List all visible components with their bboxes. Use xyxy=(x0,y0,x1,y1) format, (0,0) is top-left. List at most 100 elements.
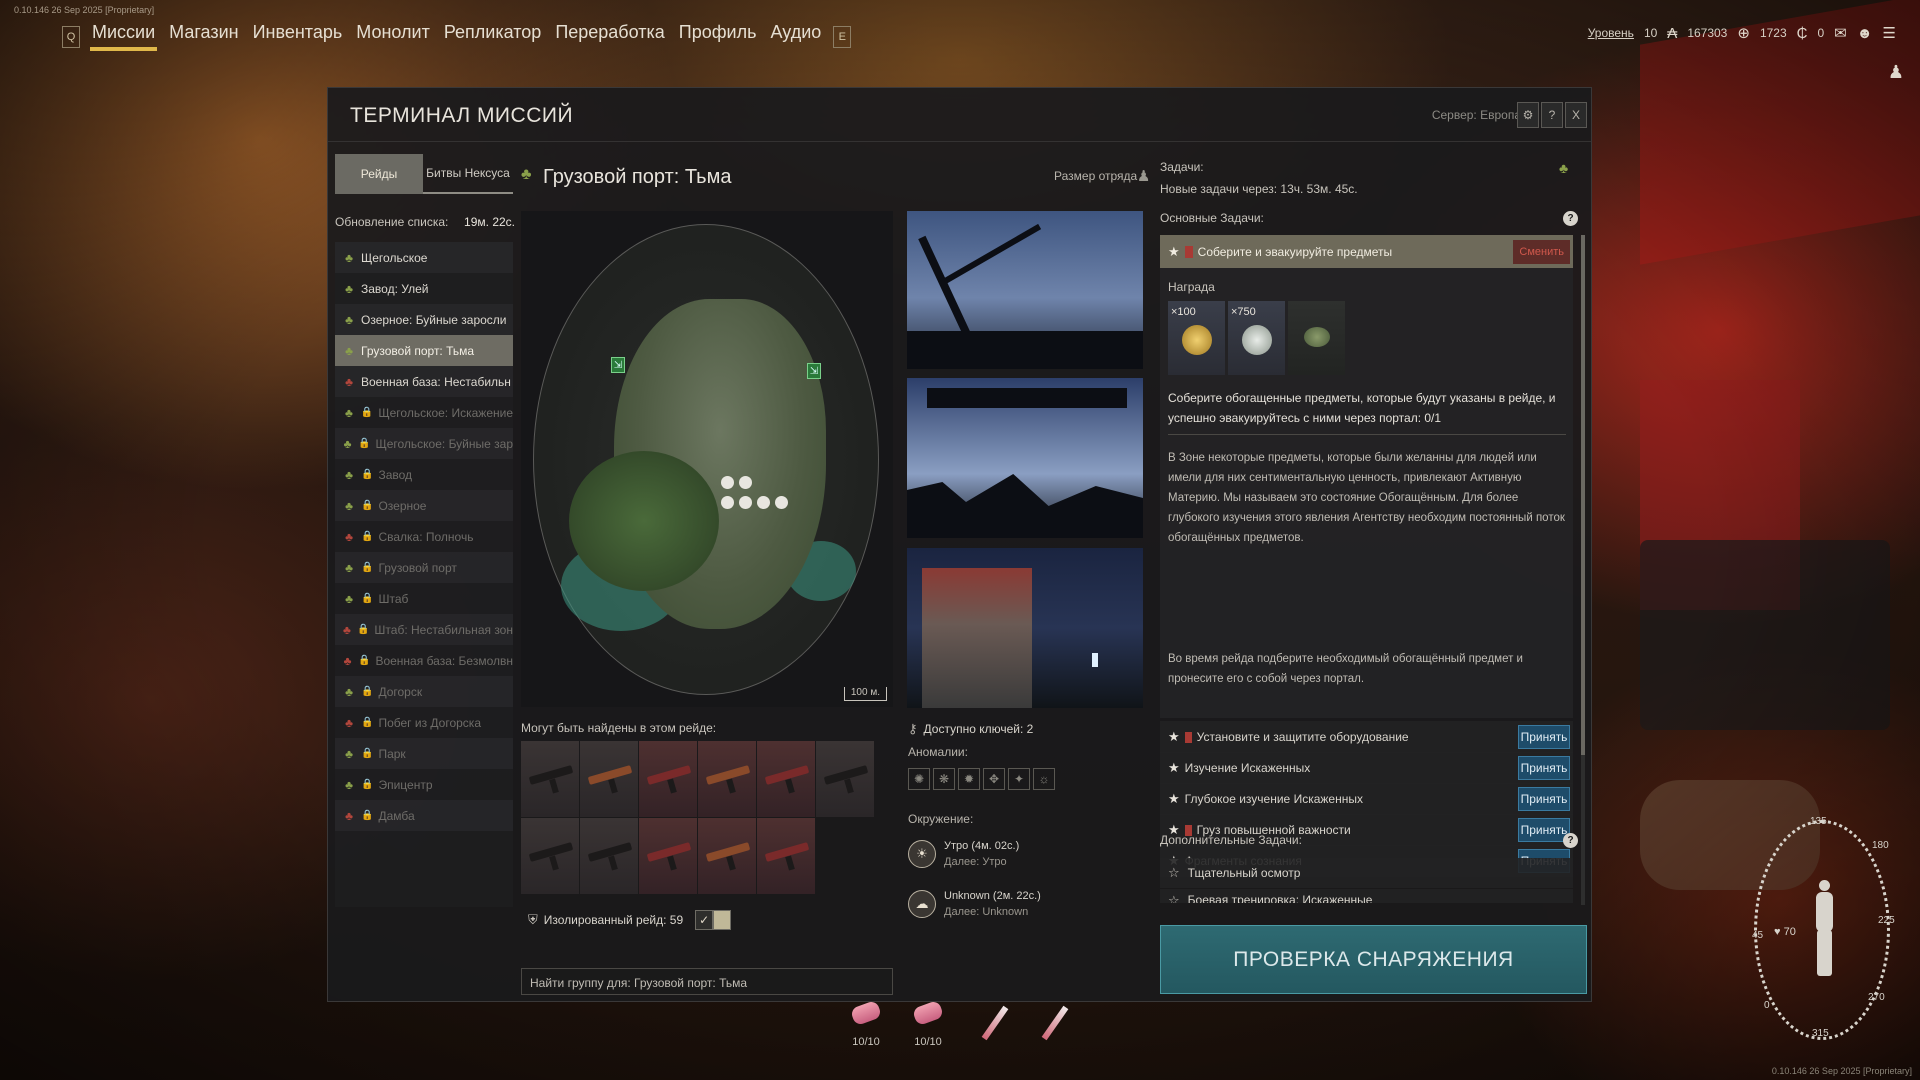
nav-item-recycling[interactable]: Переработка xyxy=(553,22,666,51)
task-row[interactable]: ★ Глубокое изучение Искаженных Принять xyxy=(1160,783,1573,815)
nav-next-key[interactable]: E xyxy=(833,25,852,48)
loot-item[interactable] xyxy=(639,741,697,817)
tasks-scrollbar[interactable] xyxy=(1581,235,1585,905)
location-screenshot-1[interactable] xyxy=(907,211,1143,369)
list-refresh-timer: Обновление списка: 19м. 22с. xyxy=(335,215,515,229)
mission-item[interactable]: ♣ Грузовой порт: Тьма xyxy=(335,335,513,366)
accept-task-button[interactable]: Принять xyxy=(1518,787,1570,811)
mission-item[interactable]: ♣ 🔒 Щегольское: Буйные зар xyxy=(335,428,513,459)
mission-item[interactable]: ♣ 🔒 Эпицентр xyxy=(335,769,513,800)
selected-task[interactable]: ★ Соберите и эвакуируйте предметы Сменит… xyxy=(1160,235,1573,268)
mission-name: Завод: Улей xyxy=(361,281,429,296)
nav-item-monolith[interactable]: Монолит xyxy=(354,22,432,51)
environment-entry[interactable]: ☁ Unknown (2м. 22с.) Далее: Unknown xyxy=(908,888,1041,920)
isolated-raid-toggle[interactable]: ✓ xyxy=(695,910,732,930)
anomaly-icon[interactable]: ❋ xyxy=(933,768,955,790)
mission-item[interactable]: ♣ 🔒 Военная база: Безмолвн xyxy=(335,645,513,676)
reward-silver-coins[interactable]: ×750 xyxy=(1228,301,1285,375)
mission-item[interactable]: ♣ 🔒 Грузовой порт xyxy=(335,552,513,583)
friends-icon[interactable]: ☻ xyxy=(1857,25,1873,42)
reward-gold-coins[interactable]: ×100 xyxy=(1168,301,1225,375)
nav-item-missions[interactable]: Миссии xyxy=(90,22,158,51)
exit-marker-icon[interactable]: ⇲ xyxy=(611,357,625,373)
close-button[interactable]: X xyxy=(1565,102,1587,128)
mission-item[interactable]: ♣ Озерное: Буйные заросли xyxy=(335,304,513,335)
poi-marker[interactable] xyxy=(739,496,752,509)
syringe-icon[interactable] xyxy=(981,1005,1009,1041)
anomaly-icon[interactable]: ☼ xyxy=(1033,768,1055,790)
nav-item-inventory[interactable]: Инвентарь xyxy=(251,22,345,51)
anomaly-icon[interactable]: ✺ xyxy=(908,768,930,790)
compass-heading: 225 xyxy=(1878,915,1895,926)
poi-marker[interactable] xyxy=(757,496,770,509)
mission-item[interactable]: ♣ 🔒 Дамба xyxy=(335,800,513,831)
map-forest xyxy=(569,451,719,591)
mission-item[interactable]: ♣ 🔒 Побег из Догорска xyxy=(335,707,513,738)
find-group-input[interactable]: Найти группу для: Грузовой порт: Тьма xyxy=(521,968,893,995)
mission-item[interactable]: ♣ 🔒 Завод xyxy=(335,459,513,490)
mission-item[interactable]: ♣ 🔒 Догорск xyxy=(335,676,513,707)
mission-item[interactable]: ♣ 🔒 Озерное xyxy=(335,490,513,521)
reward-grenade[interactable] xyxy=(1288,301,1345,375)
gear-check-button[interactable]: ПРОВЕРКА СНАРЯЖЕНИЯ xyxy=(1160,925,1587,994)
loot-item[interactable] xyxy=(580,818,638,894)
loot-item[interactable] xyxy=(639,818,697,894)
poi-marker[interactable] xyxy=(739,476,752,489)
loot-item[interactable] xyxy=(757,818,815,894)
loot-item[interactable] xyxy=(698,818,756,894)
task-row[interactable]: ★ Изучение Искаженных Принять xyxy=(1160,752,1573,784)
nav-item-shop[interactable]: Магазин xyxy=(167,22,240,51)
extra-task-row[interactable]: ☆ Боевая тренировка: Искаженные xyxy=(1160,889,1573,903)
environment-entry[interactable]: ☀ Утро (4м. 02с.) Далее: Утро xyxy=(908,838,1019,870)
syringe-icon[interactable] xyxy=(1041,1005,1069,1041)
menu-icon[interactable]: ☰ xyxy=(1883,24,1896,42)
tab-raids[interactable]: Рейды xyxy=(335,154,423,194)
mission-item[interactable]: ♣ Военная база: Нестабильн xyxy=(335,366,513,397)
raid-map[interactable]: ⇲ ⇲ 100 м. xyxy=(521,211,893,707)
mission-item[interactable]: ♣ 🔒 Свалка: Полночь xyxy=(335,521,513,552)
location-screenshot-3[interactable] xyxy=(907,548,1143,708)
nav-item-replicator[interactable]: Репликатор xyxy=(442,22,543,51)
nav-prev-key[interactable]: Q xyxy=(62,25,80,48)
anomaly-icon[interactable]: ✹ xyxy=(958,768,980,790)
anomaly-icon[interactable]: ✦ xyxy=(1008,768,1030,790)
help-icon[interactable]: ? xyxy=(1563,833,1578,848)
accept-task-button[interactable]: Принять xyxy=(1518,756,1570,780)
mission-item[interactable]: ♣ Щегольское xyxy=(335,242,513,273)
nav-item-audio[interactable]: Аудио xyxy=(768,22,823,51)
nav-item-profile[interactable]: Профиль xyxy=(677,22,759,51)
mission-icon: ♣ xyxy=(345,343,353,358)
poi-marker[interactable] xyxy=(721,476,734,489)
quick-slot-1[interactable]: 10/10 xyxy=(849,999,883,1048)
location-screenshot-2[interactable] xyxy=(907,378,1143,538)
add-friend-icon[interactable]: ♟ xyxy=(1888,62,1904,83)
replace-task-button[interactable]: Сменить xyxy=(1513,239,1570,264)
extra-task-row[interactable]: ☆ Тщательный осмотр xyxy=(1160,858,1573,888)
mission-item[interactable]: ♣ 🔒 Щегольское: Искажение xyxy=(335,397,513,428)
loot-item[interactable] xyxy=(521,818,579,894)
mission-item[interactable]: ♣ 🔒 Штаб: Нестабильная зон xyxy=(335,614,513,645)
exit-marker-icon[interactable]: ⇲ xyxy=(807,363,821,379)
mission-item[interactable]: ♣ 🔒 Парк xyxy=(335,738,513,769)
loot-item[interactable] xyxy=(521,741,579,817)
poi-marker[interactable] xyxy=(775,496,788,509)
loot-item[interactable] xyxy=(698,741,756,817)
loot-item[interactable] xyxy=(757,741,815,817)
squad-size-icon[interactable]: ♟ xyxy=(1137,167,1150,185)
task-row[interactable]: ★ Установите и защитите оборудование Приня… xyxy=(1160,721,1573,753)
mission-item[interactable]: ♣ Завод: Улей xyxy=(335,273,513,304)
mission-item[interactable]: ♣ 🔒 Штаб xyxy=(335,583,513,614)
settings-button[interactable]: ⚙ xyxy=(1517,102,1539,128)
tab-nexus-battles[interactable]: Битвы Нексуса xyxy=(423,154,513,194)
lock-icon: 🔒 xyxy=(361,593,374,604)
refresh-time: 19м. 22с. xyxy=(464,215,515,229)
help-button[interactable]: ? xyxy=(1541,102,1563,128)
anomaly-icon[interactable]: ✥ xyxy=(983,768,1005,790)
accept-task-button[interactable]: Принять xyxy=(1518,725,1570,749)
help-icon[interactable]: ? xyxy=(1563,211,1578,226)
mail-icon[interactable]: ✉ xyxy=(1834,24,1847,42)
loot-item[interactable] xyxy=(816,741,874,817)
loot-item[interactable] xyxy=(580,741,638,817)
poi-marker[interactable] xyxy=(721,496,734,509)
quick-slot-2[interactable]: 10/10 xyxy=(911,999,945,1048)
